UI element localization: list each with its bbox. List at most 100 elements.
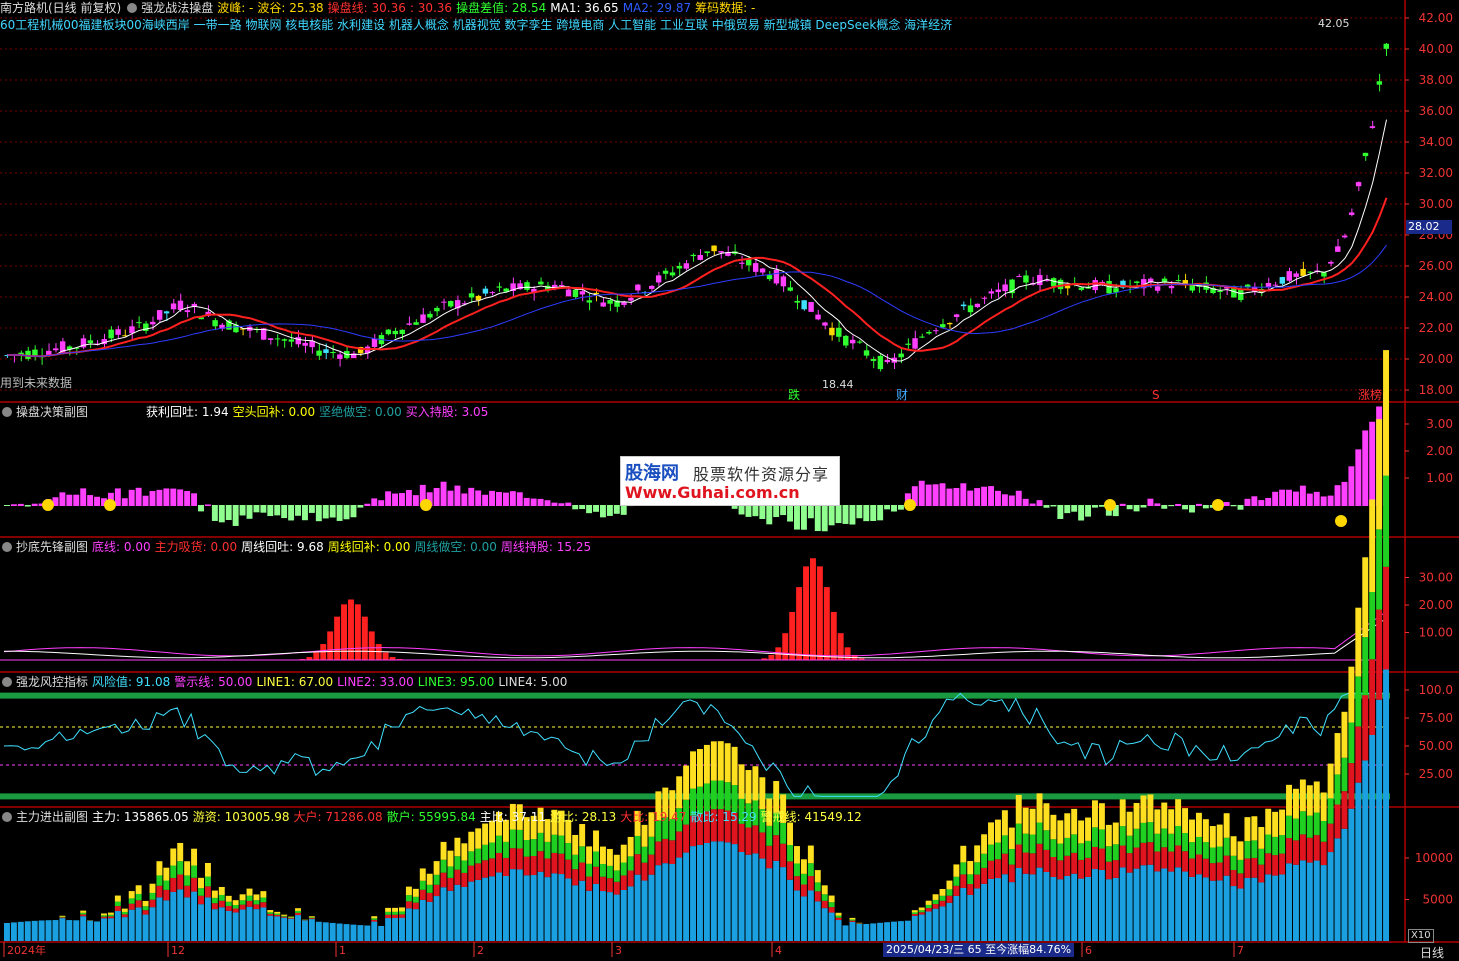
panel5-stack-bar (510, 848, 516, 869)
panel2-bar (143, 496, 149, 506)
candle-body (400, 330, 405, 334)
panel5-stack-bar (274, 915, 280, 916)
panel5-stack-bar (981, 834, 987, 853)
smiley-icon (104, 499, 116, 511)
panel5-stack-bar (545, 842, 551, 859)
panel5-stack-bar (1348, 763, 1354, 809)
panel2-bar (316, 505, 322, 521)
panel5-stack-bar (1314, 781, 1320, 812)
panel4-menu-icon[interactable] (2, 677, 12, 687)
panel5-stack-bar (448, 866, 454, 877)
panel5-stack-bar (392, 918, 398, 941)
concept-tags[interactable]: 60工程机械00福建板块00海峡西岸 一带一路 物联网 核电核能 水利建设 机器… (0, 17, 952, 33)
current-price-tag: 28.02 (1406, 220, 1452, 234)
main-header-item: 操盘差值: 28.54 (456, 1, 546, 15)
panel2-bar (856, 505, 862, 518)
panel3-menu-icon[interactable] (2, 542, 12, 552)
panel5-stack-bar (1224, 876, 1230, 941)
candle-body (316, 351, 321, 356)
panel5-stack-bar (302, 920, 308, 941)
panel2-menu-icon[interactable] (2, 407, 12, 417)
candle-body (1217, 291, 1222, 292)
panel3-spike-bar (383, 652, 389, 660)
panel2-bar (240, 505, 246, 515)
panel5-stack-bar (191, 892, 197, 941)
indicator-name[interactable]: 强龙战法操盘 (141, 1, 213, 15)
panel5-stack-bar (434, 885, 440, 896)
panel5-stack-bar (635, 875, 641, 941)
stock-title[interactable]: 南方路机(日线 前复权) (0, 1, 121, 15)
panel5-stack-bar (912, 912, 918, 914)
panel5-stack-bar (143, 906, 149, 910)
panel5-stack-bar (1030, 853, 1036, 874)
panel5-header: 主力进出副图主力: 135865.05游资: 103005.98大户: 7128… (0, 809, 870, 825)
panel5-title[interactable]: 主力进出副图 (16, 810, 88, 824)
panel5-stack-bar (1231, 886, 1237, 941)
panel5-stack-bar (454, 856, 460, 869)
candle-body (330, 352, 335, 353)
panel5-stack-bar (468, 882, 474, 941)
panel5-stack-bar (558, 854, 564, 874)
panel5-stack-bar (1217, 825, 1223, 847)
panel5-stack-bar (1265, 853, 1271, 874)
period-selector[interactable]: 日线 (1420, 944, 1444, 961)
panel5-stack-bar (926, 905, 932, 908)
panel2-bar (870, 505, 876, 521)
panel2-bar (621, 505, 627, 515)
panel5-stack-bar (794, 846, 800, 863)
panel5-stack-bar (122, 909, 128, 912)
panel5-stack-bar (621, 890, 627, 941)
candle-body (781, 276, 786, 286)
panel5-stack-bar (489, 842, 495, 858)
panel5-stack-bar (1383, 350, 1389, 475)
panel5-stack-bar (759, 859, 765, 941)
panel5-stack-bar (503, 876, 509, 941)
panel5-stack-bar (1217, 880, 1223, 941)
panel5-stack-bar (856, 924, 862, 941)
panel5-stack-bar (607, 849, 613, 866)
panel5-stack-bar (919, 912, 925, 914)
panel5-stack-bar (482, 845, 488, 860)
panel5-stack-bar (1154, 834, 1160, 852)
panel5-stack-bar (163, 881, 169, 890)
panel5-stack-bar (385, 912, 391, 915)
candle-body (469, 293, 474, 297)
panel5-stack-bar (1120, 867, 1126, 941)
line3-band (0, 693, 1390, 699)
panel5-stack-bar (163, 868, 169, 881)
panel2-bar (253, 505, 259, 512)
panel2-title[interactable]: 操盘决策副图 (16, 405, 88, 419)
panel5-stack-bar (531, 875, 537, 941)
candle-body (448, 301, 453, 306)
panel3-spike-bar (817, 566, 823, 660)
panel2-bar (219, 505, 225, 522)
panel5-stack-bar (1057, 820, 1063, 843)
panel5-item: 警戒线: 41549.12 (761, 810, 862, 824)
panel5-stack-bar (281, 918, 287, 941)
panel5-stack-bar (787, 861, 793, 879)
panel5-stack-bar (1120, 826, 1126, 845)
panel5-stack-bar (87, 921, 93, 941)
panel5-stack-bar (545, 858, 551, 877)
panel5-stack-bar (642, 881, 648, 941)
panel4-title[interactable]: 强龙风控指标 (16, 675, 88, 689)
panel2-bar (551, 503, 557, 506)
panel5-stack-bar (912, 910, 918, 912)
candle-body (968, 305, 973, 312)
panel5-stack-bar (1293, 819, 1299, 841)
panel3-title[interactable]: 抄底先锋副图 (16, 540, 88, 554)
panel5-stack-bar (1224, 856, 1230, 876)
panel2-bar (434, 488, 440, 506)
panel5-stack-bar (704, 783, 710, 811)
panel5-stack-bar (1141, 843, 1147, 865)
panel5-stack-bar (1050, 857, 1056, 877)
panel2-item: 买入持股: 3.05 (406, 405, 489, 419)
indicator-menu-icon[interactable] (127, 3, 137, 13)
panel5-stack-bar (1251, 878, 1257, 941)
panel5-stack-bar (711, 781, 717, 810)
price-tick-label: 32.00 (1419, 166, 1453, 180)
panel5-menu-icon[interactable] (2, 812, 12, 822)
panel2-item: 坚绝做空: 0.00 (319, 405, 402, 419)
panel5-stack-bar (115, 911, 121, 941)
panel2-bar (18, 504, 24, 506)
